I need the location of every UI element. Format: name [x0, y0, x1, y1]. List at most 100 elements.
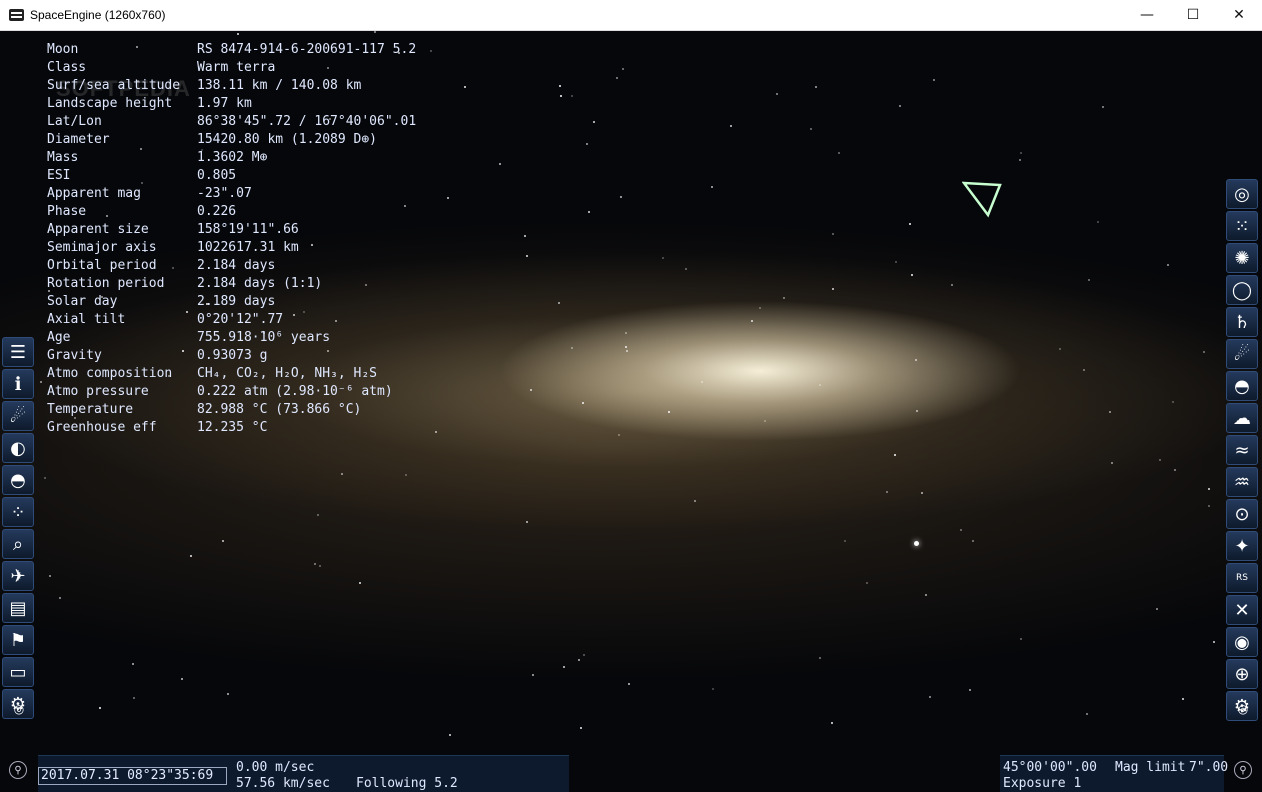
star	[1102, 106, 1104, 108]
info-label: Age	[47, 330, 71, 345]
tool-planetarium-button[interactable]: ☄	[2, 401, 34, 431]
window-title: SpaceEngine (1260x760)	[30, 8, 166, 22]
star	[190, 555, 192, 557]
tool-ship-button[interactable]: ✈	[2, 561, 34, 591]
star	[447, 197, 449, 199]
tool-target-button[interactable]: ◉	[1226, 627, 1258, 657]
info-row: Solar day 2.189 days	[47, 293, 416, 311]
star	[810, 128, 812, 130]
star	[894, 454, 896, 456]
star	[317, 514, 319, 516]
tool-locations-button[interactable]: ⚑	[2, 625, 34, 655]
tool-stars-button[interactable]: ✦	[1226, 531, 1258, 561]
info-label: Apparent mag	[47, 186, 141, 201]
tool-orbits-button[interactable]: ⊙	[1226, 499, 1258, 529]
tool-water-button[interactable]: ≈	[1226, 435, 1258, 465]
rings-icon: ◯	[1231, 279, 1253, 301]
star	[895, 261, 897, 263]
info-value: 158°19'11".66	[197, 222, 299, 237]
info-row: ESI 0.805	[47, 167, 416, 185]
info-label: Semimajor axis	[47, 240, 157, 255]
exposure-readout[interactable]: Exposure 1	[1003, 776, 1081, 791]
tool-nebulae-button[interactable]: ✺	[1226, 243, 1258, 273]
star	[685, 268, 687, 270]
star	[1208, 505, 1210, 507]
datetime-field[interactable]: 2017.07.31 08°23"35:69	[38, 767, 227, 785]
info-value: 86°38'45".72 / 167°40'06".01	[197, 114, 417, 129]
window-titlebar: SpaceEngine (1260x760) — ☐ ✕	[0, 0, 1262, 31]
star	[560, 95, 562, 97]
star	[99, 707, 101, 709]
app-icon	[9, 9, 24, 21]
space-viewport[interactable]: SOFTPEDIA Moon RS 8474-914-6-200691-117 5…	[0, 31, 1262, 792]
mag-limit-label: Mag limit	[1115, 760, 1186, 775]
tool-star-clusters-button[interactable]: ⁙	[1226, 211, 1258, 241]
tool-galaxies-button[interactable]: ◎	[1226, 179, 1258, 209]
tool-planets-button[interactable]: ◓	[2, 465, 34, 495]
tool-labels-button[interactable]: RS	[1226, 563, 1258, 593]
mag-limit-value[interactable]: 7".00	[1189, 760, 1228, 775]
info-value: 2.184 days	[197, 258, 276, 273]
tool-wiki-button[interactable]: ▤	[2, 593, 34, 623]
star	[314, 563, 316, 565]
info-value: 0.226	[197, 204, 237, 219]
tool-rings-button[interactable]: ◯	[1226, 275, 1258, 305]
star	[751, 320, 753, 322]
tool-solar-system-browser-button[interactable]: ◐	[2, 433, 34, 463]
star	[435, 431, 437, 433]
star	[1172, 401, 1174, 403]
tool-grid-button[interactable]: ⊕	[1226, 659, 1258, 689]
star	[694, 500, 696, 502]
info-value: 0°20'12".77	[197, 312, 284, 327]
info-label: Atmo composition	[47, 366, 173, 381]
star	[1208, 488, 1210, 490]
info-value: 82.988 °C (73.866 °C)	[197, 402, 362, 417]
maximize-button[interactable]: ☐	[1170, 0, 1216, 30]
star	[464, 86, 466, 88]
target-marker-icon[interactable]	[962, 179, 1002, 219]
tool-search-button[interactable]: ⌕	[2, 529, 34, 559]
display-icon: ▭	[9, 661, 27, 683]
tool-display-button[interactable]: ▭	[2, 657, 34, 687]
info-label: Landscape height	[47, 96, 173, 111]
star	[1020, 638, 1022, 640]
star	[960, 529, 962, 531]
tool-planet-rings-button[interactable]: ♄	[1226, 307, 1258, 337]
info-value: 0.805	[197, 168, 237, 183]
stars-icon: ✦	[1234, 535, 1250, 557]
right-toolbar-collapse-button[interactable]: ◎	[1234, 700, 1252, 718]
tool-info-button[interactable]: ℹ	[2, 369, 34, 399]
info-row: Mass 1.3602 M⊕	[47, 149, 416, 167]
star	[1088, 279, 1090, 281]
tool-aurora-button[interactable]: ♒	[1226, 467, 1258, 497]
close-button[interactable]: ✕	[1216, 0, 1262, 30]
tool-atmosphere-button[interactable]: ◓	[1226, 371, 1258, 401]
left-toolbar-collapse-button[interactable]: ◎	[10, 700, 28, 718]
star	[44, 477, 46, 479]
star	[1083, 369, 1085, 371]
tool-star-browser-button[interactable]: ⁘	[2, 497, 34, 527]
info-value: 1022617.31 km	[197, 240, 299, 255]
left-corner-button[interactable]: ⚲	[9, 761, 27, 779]
star	[909, 223, 911, 225]
info-label: Moon	[47, 42, 79, 57]
minimize-button[interactable]: —	[1124, 0, 1170, 30]
info-value: -23".07	[197, 186, 252, 201]
star	[625, 332, 627, 334]
star	[59, 597, 61, 599]
tool-menu-button[interactable]: ☰	[2, 337, 34, 367]
tool-comets-button[interactable]: ☄	[1226, 339, 1258, 369]
tool-markers-button[interactable]: ✕	[1226, 595, 1258, 625]
info-label: Rotation period	[47, 276, 165, 291]
camera-status-bar: 45°00'00".00 Mag limit 7".00 Exposure 1	[1000, 755, 1228, 792]
tool-clouds-button[interactable]: ☁	[1226, 403, 1258, 433]
right-corner-button[interactable]: ⚲	[1234, 761, 1252, 779]
info-value: 15420.80 km (1.2089 D⊕)	[197, 132, 378, 147]
star	[1020, 152, 1022, 154]
labels-icon: RS	[1236, 573, 1248, 583]
fov-readout[interactable]: 45°00'00".00	[1003, 760, 1097, 775]
star	[625, 346, 627, 348]
clouds-icon: ☁	[1233, 407, 1251, 429]
nebulae-icon: ✺	[1234, 247, 1250, 269]
star	[559, 85, 561, 87]
